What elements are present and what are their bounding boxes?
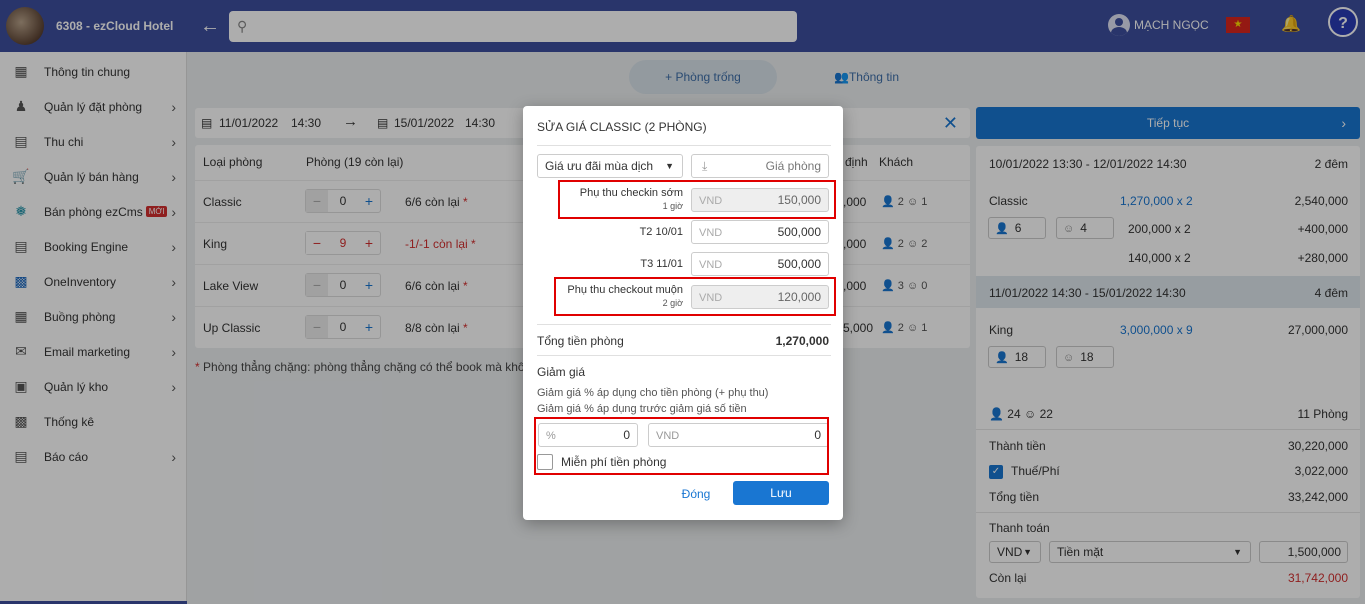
day-price-input[interactable]: VND 500,000 [691,252,829,276]
rate-plan-select[interactable]: Giá ưu đãi mùa dịch ▼ [537,154,683,178]
room-total-label: Tổng tiền phòng [537,334,624,348]
day-label: T3 11/01 [640,258,683,270]
divider [537,324,831,325]
discount-note: Giảm giá % áp dụng cho tiền phòng (+ phụ… [537,387,769,399]
room-price-input[interactable]: ⤓ Giá phòng [691,154,829,178]
highlight-box [554,277,836,316]
divider [537,145,831,146]
edit-price-dialog: SỬA GIÁ CLASSIC (2 PHÒNG) Giá ưu đãi mùa… [523,106,843,520]
room-total-value: 1,270,000 [775,334,829,348]
caret-down-icon: ▼ [665,161,674,171]
day-label: T2 10/01 [639,226,683,238]
highlight-box [558,180,836,219]
download-icon: ⤓ [702,159,708,173]
dialog-title: SỬA GIÁ CLASSIC (2 PHÒNG) [537,120,707,134]
divider [537,355,831,356]
discount-note: Giảm giá % áp dụng trước giảm giá số tiề… [537,403,747,415]
day-price-input[interactable]: VND 500,000 [691,220,829,244]
save-button[interactable]: Lưu [733,481,829,505]
highlight-box [534,417,829,475]
discount-label: Giảm giá [537,365,586,379]
close-button[interactable]: Đóng [679,484,713,504]
